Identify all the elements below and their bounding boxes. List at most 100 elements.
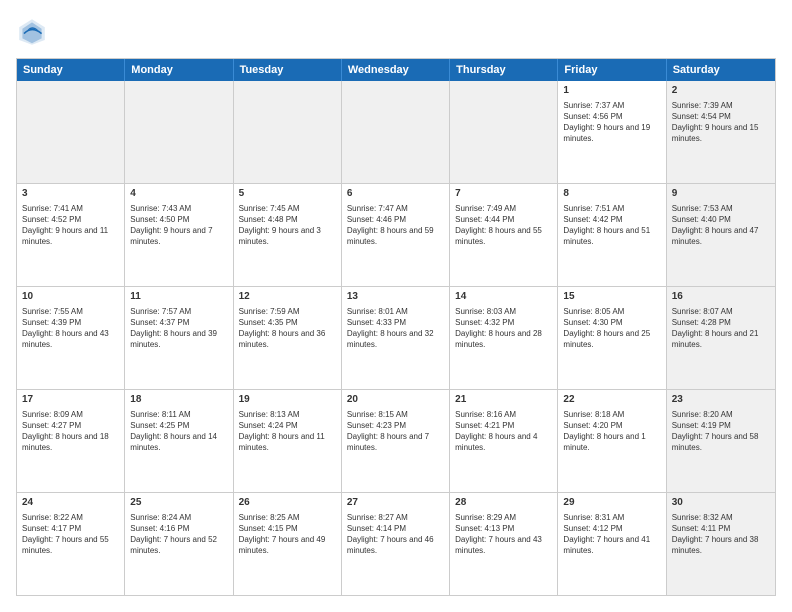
day-number: 13	[347, 290, 444, 304]
logo-icon	[16, 16, 48, 48]
calendar-day-22: 22Sunrise: 8:18 AM Sunset: 4:20 PM Dayli…	[558, 390, 666, 492]
day-info: Sunrise: 8:13 AM Sunset: 4:24 PM Dayligh…	[239, 409, 336, 454]
day-info: Sunrise: 7:45 AM Sunset: 4:48 PM Dayligh…	[239, 203, 336, 248]
calendar-week-5: 24 Sunrise: 8:22 AM Sunset: 4:17 PM Dayli…	[17, 493, 775, 595]
day-info: Sunrise: 8:31 AM Sunset: 4:12 PM Dayligh…	[563, 512, 660, 557]
day-number: 12	[239, 290, 336, 304]
day-info: Sunrise: 8:03 AM Sunset: 4:32 PM Dayligh…	[455, 306, 552, 351]
calendar-empty-cell	[450, 81, 558, 183]
day-number: 23	[672, 393, 770, 407]
calendar-day-30: 30Sunrise: 8:32 AM Sunset: 4:11 PM Dayli…	[667, 493, 775, 595]
header-day-tuesday: Tuesday	[234, 59, 342, 81]
day-number: 3	[22, 187, 119, 201]
calendar-week-2: 3 Sunrise: 7:41 AM Sunset: 4:52 PM Daylig…	[17, 184, 775, 287]
day-info: Sunrise: 7:37 AM Sunset: 4:56 PM Dayligh…	[563, 100, 660, 145]
calendar: SundayMondayTuesdayWednesdayThursdayFrid…	[16, 58, 776, 596]
day-number: 9	[672, 187, 770, 201]
calendar-day-2: 2 Sunrise: 7:39 AM Sunset: 4:54 PM Daylig…	[667, 81, 775, 183]
day-number: 18	[130, 393, 227, 407]
calendar-week-4: 17 Sunrise: 8:09 AM Sunset: 4:27 PM Dayli…	[17, 390, 775, 493]
header-day-sunday: Sunday	[17, 59, 125, 81]
day-info: Sunrise: 8:20 AM Sunset: 4:19 PM Dayligh…	[672, 409, 770, 454]
page: SundayMondayTuesdayWednesdayThursdayFrid…	[0, 0, 792, 612]
calendar-day-6: 6 Sunrise: 7:47 AM Sunset: 4:46 PM Daylig…	[342, 184, 450, 286]
calendar-week-1: 1 Sunrise: 7:37 AM Sunset: 4:56 PM Daylig…	[17, 81, 775, 184]
calendar-day-8: 8 Sunrise: 7:51 AM Sunset: 4:42 PM Daylig…	[558, 184, 666, 286]
calendar-day-15: 15Sunrise: 8:05 AM Sunset: 4:30 PM Dayli…	[558, 287, 666, 389]
calendar-day-16: 16 Sunrise: 8:07 AM Sunset: 4:28 PM Dayli…	[667, 287, 775, 389]
day-info: Sunrise: 7:51 AM Sunset: 4:42 PM Dayligh…	[563, 203, 660, 248]
day-number: 25	[130, 496, 227, 510]
day-number: 1	[563, 84, 660, 98]
calendar-empty-cell	[234, 81, 342, 183]
logo	[16, 16, 52, 48]
day-info: Sunrise: 8:16 AM Sunset: 4:21 PM Dayligh…	[455, 409, 552, 454]
day-number: 10	[22, 290, 119, 304]
day-info: Sunrise: 7:55 AM Sunset: 4:39 PM Dayligh…	[22, 306, 119, 351]
calendar-day-12: 12 Sunrise: 7:59 AM Sunset: 4:35 PM Dayli…	[234, 287, 342, 389]
day-number: 6	[347, 187, 444, 201]
day-number: 21	[455, 393, 552, 407]
calendar-day-23: 23 Sunrise: 8:20 AM Sunset: 4:19 PM Dayli…	[667, 390, 775, 492]
day-info: Sunrise: 7:43 AM Sunset: 4:50 PM Dayligh…	[130, 203, 227, 248]
calendar-day-4: 4 Sunrise: 7:43 AM Sunset: 4:50 PM Daylig…	[125, 184, 233, 286]
day-info: Sunrise: 8:24 AM Sunset: 4:16 PM Dayligh…	[130, 512, 227, 557]
day-info: Sunrise: 7:47 AM Sunset: 4:46 PM Dayligh…	[347, 203, 444, 248]
calendar-header: SundayMondayTuesdayWednesdayThursdayFrid…	[17, 59, 775, 81]
day-number: 24	[22, 496, 119, 510]
calendar-day-29: 29 Sunrise: 8:31 AM Sunset: 4:12 PM Dayli…	[558, 493, 666, 595]
header-day-friday: Friday	[558, 59, 666, 81]
day-number: 28	[455, 496, 552, 510]
day-info: Sunrise: 8:29 AM Sunset: 4:13 PM Dayligh…	[455, 512, 552, 557]
day-info: Sunrise: 8:15 AM Sunset: 4:23 PM Dayligh…	[347, 409, 444, 454]
calendar-day-14: 14 Sunrise: 8:03 AM Sunset: 4:32 PM Dayli…	[450, 287, 558, 389]
day-info: Sunrise: 7:57 AM Sunset: 4:37 PM Dayligh…	[130, 306, 227, 351]
day-number: 8	[563, 187, 660, 201]
calendar-day-24: 24 Sunrise: 8:22 AM Sunset: 4:17 PM Dayli…	[17, 493, 125, 595]
calendar-day-21: 21 Sunrise: 8:16 AM Sunset: 4:21 PM Dayli…	[450, 390, 558, 492]
day-info: Sunrise: 8:05 AM Sunset: 4:30 PM Dayligh…	[563, 306, 660, 351]
day-number: 4	[130, 187, 227, 201]
day-number: 20	[347, 393, 444, 407]
calendar-body: 1 Sunrise: 7:37 AM Sunset: 4:56 PM Daylig…	[17, 81, 775, 595]
day-info: Sunrise: 8:11 AM Sunset: 4:25 PM Dayligh…	[130, 409, 227, 454]
calendar-day-9: 9Sunrise: 7:53 AM Sunset: 4:40 PM Daylig…	[667, 184, 775, 286]
day-number: 14	[455, 290, 552, 304]
day-info: Sunrise: 8:22 AM Sunset: 4:17 PM Dayligh…	[22, 512, 119, 557]
header-day-wednesday: Wednesday	[342, 59, 450, 81]
day-info: Sunrise: 8:25 AM Sunset: 4:15 PM Dayligh…	[239, 512, 336, 557]
day-number: 26	[239, 496, 336, 510]
day-number: 17	[22, 393, 119, 407]
calendar-day-3: 3 Sunrise: 7:41 AM Sunset: 4:52 PM Daylig…	[17, 184, 125, 286]
calendar-empty-cell	[17, 81, 125, 183]
day-info: Sunrise: 8:07 AM Sunset: 4:28 PM Dayligh…	[672, 306, 770, 351]
day-info: Sunrise: 8:09 AM Sunset: 4:27 PM Dayligh…	[22, 409, 119, 454]
calendar-day-7: 7Sunrise: 7:49 AM Sunset: 4:44 PM Daylig…	[450, 184, 558, 286]
calendar-week-3: 10 Sunrise: 7:55 AM Sunset: 4:39 PM Dayli…	[17, 287, 775, 390]
day-info: Sunrise: 8:32 AM Sunset: 4:11 PM Dayligh…	[672, 512, 770, 557]
calendar-day-1: 1 Sunrise: 7:37 AM Sunset: 4:56 PM Daylig…	[558, 81, 666, 183]
day-number: 16	[672, 290, 770, 304]
calendar-day-5: 5Sunrise: 7:45 AM Sunset: 4:48 PM Daylig…	[234, 184, 342, 286]
calendar-day-20: 20 Sunrise: 8:15 AM Sunset: 4:23 PM Dayli…	[342, 390, 450, 492]
calendar-day-17: 17 Sunrise: 8:09 AM Sunset: 4:27 PM Dayli…	[17, 390, 125, 492]
header	[16, 16, 776, 48]
calendar-day-10: 10 Sunrise: 7:55 AM Sunset: 4:39 PM Dayli…	[17, 287, 125, 389]
calendar-empty-cell	[342, 81, 450, 183]
header-day-saturday: Saturday	[667, 59, 775, 81]
calendar-day-13: 13 Sunrise: 8:01 AM Sunset: 4:33 PM Dayli…	[342, 287, 450, 389]
day-info: Sunrise: 7:49 AM Sunset: 4:44 PM Dayligh…	[455, 203, 552, 248]
calendar-day-26: 26 Sunrise: 8:25 AM Sunset: 4:15 PM Dayli…	[234, 493, 342, 595]
day-info: Sunrise: 7:39 AM Sunset: 4:54 PM Dayligh…	[672, 100, 770, 145]
calendar-day-18: 18 Sunrise: 8:11 AM Sunset: 4:25 PM Dayli…	[125, 390, 233, 492]
day-info: Sunrise: 7:59 AM Sunset: 4:35 PM Dayligh…	[239, 306, 336, 351]
day-info: Sunrise: 8:01 AM Sunset: 4:33 PM Dayligh…	[347, 306, 444, 351]
day-number: 11	[130, 290, 227, 304]
calendar-empty-cell	[125, 81, 233, 183]
day-number: 22	[563, 393, 660, 407]
day-number: 29	[563, 496, 660, 510]
day-number: 19	[239, 393, 336, 407]
calendar-day-28: 28 Sunrise: 8:29 AM Sunset: 4:13 PM Dayli…	[450, 493, 558, 595]
day-info: Sunrise: 7:41 AM Sunset: 4:52 PM Dayligh…	[22, 203, 119, 248]
day-number: 2	[672, 84, 770, 98]
